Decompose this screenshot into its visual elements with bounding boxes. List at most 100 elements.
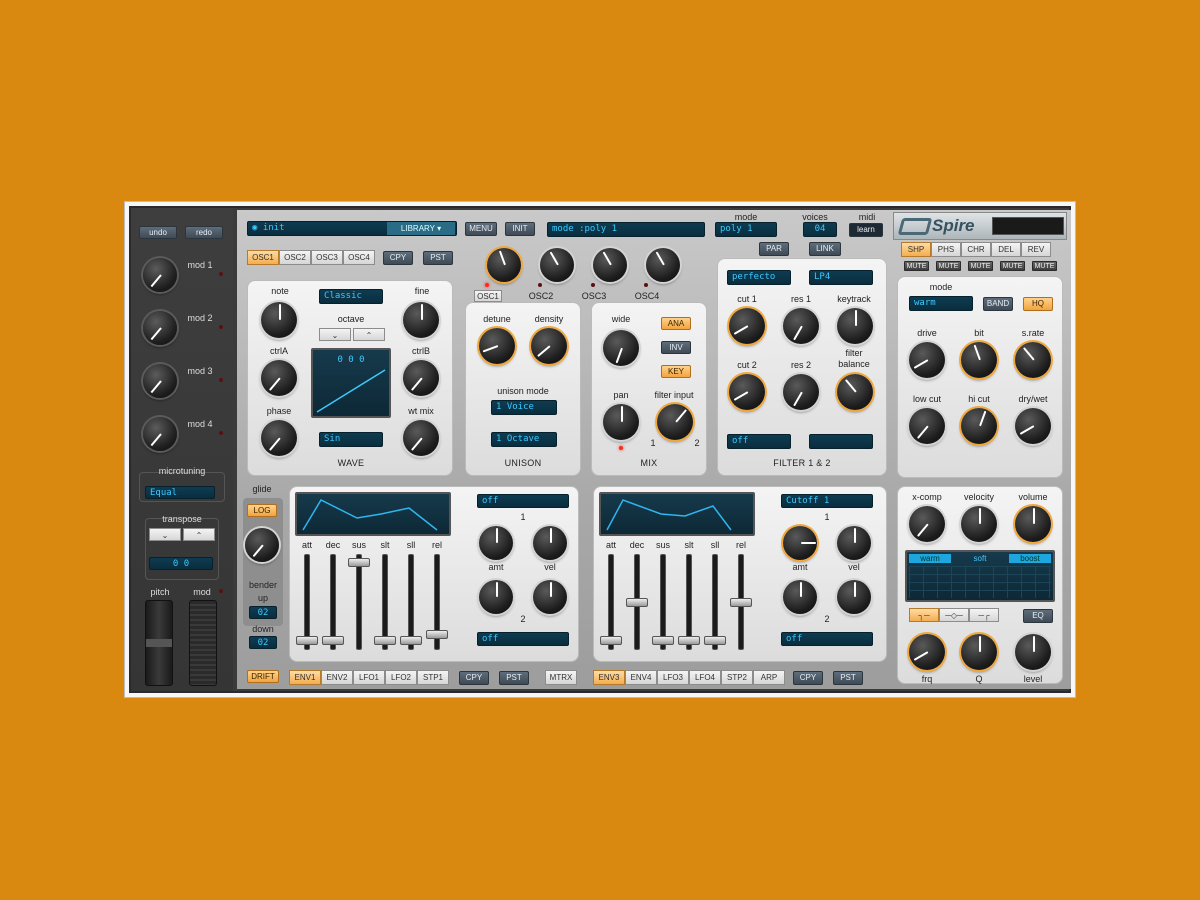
env1-vel2-knob[interactable] xyxy=(533,580,567,614)
filter-balance-knob[interactable] xyxy=(837,374,873,410)
mod1-knob[interactable] xyxy=(143,258,177,292)
mod1-copy-button[interactable]: CPY xyxy=(459,671,489,685)
cut2-knob[interactable] xyxy=(729,374,765,410)
midi-learn-button[interactable]: learn xyxy=(849,223,883,237)
osc4-level-knob[interactable] xyxy=(646,248,680,282)
rev-mute-button[interactable]: MUTE xyxy=(1032,261,1057,271)
init-button[interactable]: INIT xyxy=(505,222,535,236)
tab-phs[interactable]: PHS xyxy=(931,242,961,257)
lowcut-knob[interactable] xyxy=(909,408,945,444)
mode-display[interactable]: mode :poly 1 xyxy=(547,222,705,237)
keytrack-knob[interactable] xyxy=(837,308,873,344)
matrix-button[interactable]: MTRX xyxy=(545,670,577,685)
tab-lfo1[interactable]: LFO1 xyxy=(353,670,385,685)
env3-vel2-knob[interactable] xyxy=(837,580,871,614)
transpose-display[interactable]: 0 0 xyxy=(149,557,213,570)
phase-knob[interactable] xyxy=(261,420,297,456)
unison-voice-select[interactable]: 1 Voice xyxy=(491,400,557,415)
env3-vel1-knob[interactable] xyxy=(837,526,871,560)
fine-knob[interactable] xyxy=(403,302,439,338)
band-button[interactable]: BAND xyxy=(983,297,1013,311)
shp-mute-button[interactable]: MUTE xyxy=(904,261,929,271)
filter2-type-select[interactable]: LP4 xyxy=(809,270,873,285)
tab-lfo3[interactable]: LFO3 xyxy=(657,670,689,685)
eq-warm-button[interactable]: warm xyxy=(909,554,951,563)
ctrlb-knob[interactable] xyxy=(403,360,439,396)
unison-octave-select[interactable]: 1 Octave xyxy=(491,432,557,447)
env3-att-fader[interactable] xyxy=(600,636,622,645)
osc3-level-knob[interactable] xyxy=(593,248,627,282)
mod2-copy-button[interactable]: CPY xyxy=(793,671,823,685)
par-button[interactable]: PAR xyxy=(759,242,789,256)
osc2-level-knob[interactable] xyxy=(540,248,574,282)
env1-sll-fader[interactable] xyxy=(400,636,422,645)
env1-slt-fader[interactable] xyxy=(374,636,396,645)
chr-mute-button[interactable]: MUTE xyxy=(968,261,993,271)
transpose-down-button[interactable]: ⌄ xyxy=(149,528,181,541)
osc-mode-select[interactable]: Classic xyxy=(319,289,383,304)
mod-wheel[interactable] xyxy=(189,600,217,686)
transpose-up-button[interactable]: ⌃ xyxy=(183,528,215,541)
env1-att-fader[interactable] xyxy=(296,636,318,645)
q-knob[interactable] xyxy=(961,634,997,670)
env1-dec-fader[interactable] xyxy=(322,636,344,645)
eq-soft-button[interactable]: soft xyxy=(959,554,1001,563)
env1-target2-select[interactable]: off xyxy=(477,632,569,646)
env3-sll-fader[interactable] xyxy=(704,636,726,645)
eq-boost-button[interactable]: boost xyxy=(1009,554,1051,563)
env1-amt1-knob[interactable] xyxy=(479,526,513,560)
level-knob[interactable] xyxy=(1015,634,1051,670)
env3-target2-select[interactable]: off xyxy=(781,632,873,646)
ctrla-knob[interactable] xyxy=(261,360,297,396)
env3-amt1-knob[interactable] xyxy=(783,526,817,560)
env3-sus-fader[interactable] xyxy=(652,636,674,645)
env1-rel-fader[interactable] xyxy=(426,630,448,639)
xcomp-knob[interactable] xyxy=(909,506,945,542)
eq-peak-icon[interactable]: ─◇─ xyxy=(939,608,969,622)
menu-button[interactable]: MENU xyxy=(465,222,497,236)
filter-input-knob[interactable] xyxy=(657,404,693,440)
tab-env3[interactable]: ENV3 xyxy=(593,670,625,685)
mod4-knob[interactable] xyxy=(143,417,177,451)
res1-knob[interactable] xyxy=(783,308,819,344)
tab-lfo2[interactable]: LFO2 xyxy=(385,670,417,685)
tab-stp2[interactable]: STP2 xyxy=(721,670,753,685)
env1-amt2-knob[interactable] xyxy=(479,580,513,614)
microtuning-display[interactable]: Equal xyxy=(145,486,215,499)
osc1-select[interactable]: OSC1 xyxy=(474,290,502,302)
phs-mute-button[interactable]: MUTE xyxy=(936,261,961,271)
mod2-knob[interactable] xyxy=(143,311,177,345)
wtmix-knob[interactable] xyxy=(403,420,439,456)
env3-dec-fader[interactable] xyxy=(626,598,648,607)
link-button[interactable]: LINK xyxy=(809,242,841,256)
density-knob[interactable] xyxy=(531,328,567,364)
env3-target1-select[interactable]: Cutoff 1 xyxy=(781,494,873,508)
velocity-knob[interactable] xyxy=(961,506,997,542)
fx-mode-select[interactable]: warm xyxy=(909,296,973,311)
key-button[interactable]: KEY xyxy=(661,365,691,378)
glide-log-button[interactable]: LOG xyxy=(247,504,277,517)
undo-button[interactable]: undo xyxy=(139,226,177,239)
drift-button[interactable]: DRIFT xyxy=(247,670,279,683)
pan-knob[interactable] xyxy=(603,404,639,440)
volume-knob[interactable] xyxy=(1015,506,1051,542)
mod3-knob[interactable] xyxy=(143,364,177,398)
redo-button[interactable]: redo xyxy=(185,226,223,239)
bender-down-display[interactable]: 02 xyxy=(249,636,277,649)
osc-paste-button[interactable]: PST xyxy=(423,251,453,265)
env1-vel1-knob[interactable] xyxy=(533,526,567,560)
env3-slt-fader[interactable] xyxy=(678,636,700,645)
voices-display[interactable]: 04 xyxy=(803,222,837,237)
tab-env1[interactable]: ENV1 xyxy=(289,670,321,685)
env3-amt2-knob[interactable] xyxy=(783,580,817,614)
wide-knob[interactable] xyxy=(603,330,639,366)
tab-osc2[interactable]: OSC2 xyxy=(279,250,311,265)
eq-lowshelf-icon[interactable]: ┐─ xyxy=(909,608,939,622)
drywet-knob[interactable] xyxy=(1015,408,1051,444)
bender-up-display[interactable]: 02 xyxy=(249,606,277,619)
env1-sus-fader[interactable] xyxy=(348,558,370,567)
drive-knob[interactable] xyxy=(909,342,945,378)
filter2-mod-select[interactable] xyxy=(809,434,873,449)
hicut-knob[interactable] xyxy=(961,408,997,444)
mod2-paste-button[interactable]: PST xyxy=(833,671,863,685)
